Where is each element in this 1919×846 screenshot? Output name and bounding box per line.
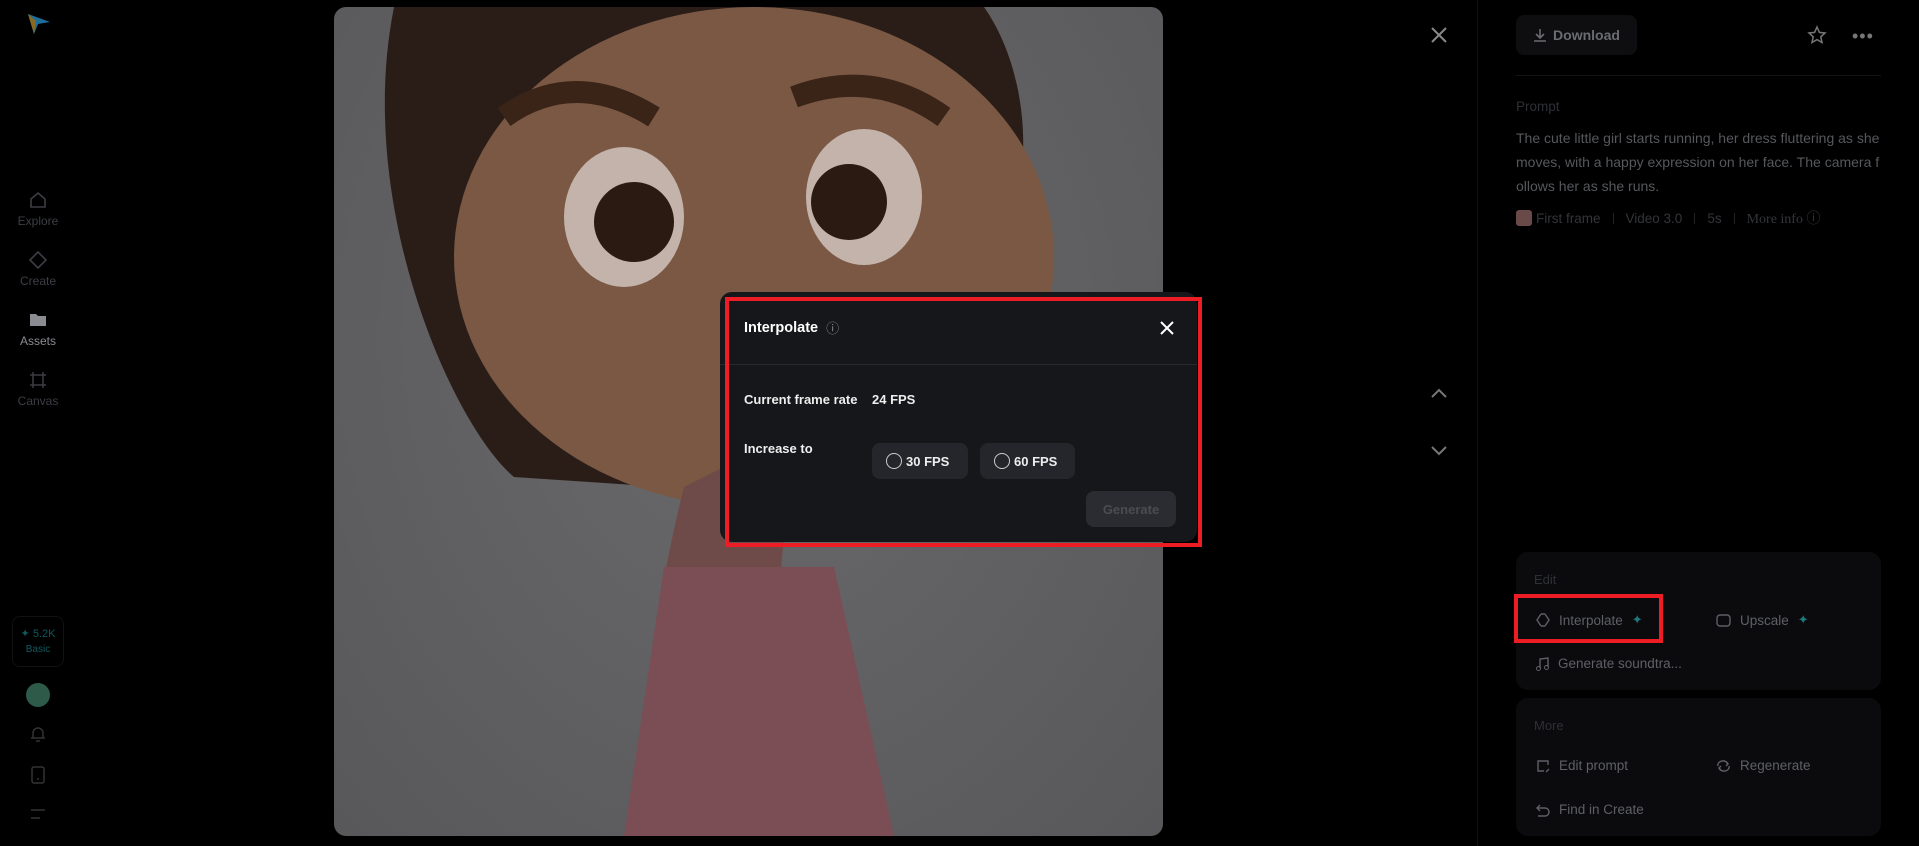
more-card: More Edit prompt Regenerate Find in Crea… (1516, 698, 1881, 836)
logo[interactable] (26, 12, 52, 41)
close-viewer-icon[interactable] (1430, 26, 1448, 49)
star-icon[interactable] (1807, 25, 1827, 50)
download-label: Download (1553, 27, 1620, 43)
avatar[interactable] (26, 683, 50, 707)
sidebar-item-canvas[interactable]: Canvas (0, 370, 76, 408)
music-icon (1536, 656, 1549, 671)
more-options-icon[interactable]: ••• (1852, 26, 1874, 47)
plan-label: Basic (25, 644, 51, 655)
refresh-icon (1717, 759, 1730, 772)
prompt-meta: First frame Video 3.0 5s More info ⓘ (1516, 208, 1820, 228)
sparkle-icon: ✦ (1797, 612, 1809, 627)
mobile-icon[interactable] (30, 766, 46, 789)
prompt-label: Prompt (1516, 99, 1560, 114)
sidebar-item-label: Explore (17, 214, 59, 228)
download-icon (1534, 29, 1547, 42)
regenerate-button[interactable]: Regenerate (1716, 758, 1811, 773)
model-label: Video 3.0 (1625, 210, 1683, 226)
more-label: More (1534, 718, 1564, 733)
download-button[interactable]: Download (1516, 15, 1637, 55)
reference-label: First frame (1536, 210, 1601, 226)
credits-amount: 5.2K (32, 628, 56, 640)
generate-soundtrack-button[interactable]: Generate soundtra... (1536, 656, 1682, 671)
first-frame-thumbnail (1516, 210, 1532, 226)
sidebar-item-assets[interactable]: Assets (0, 310, 76, 348)
crop-icon (30, 372, 46, 388)
sidebar-item-explore[interactable]: Explore (0, 190, 76, 228)
upscale-button[interactable]: Upscale ✦ (1716, 612, 1809, 628)
highlight-box (1514, 594, 1663, 643)
chevron-down-icon[interactable] (1430, 444, 1448, 462)
diamond-icon (28, 250, 48, 270)
panel-divider (1477, 0, 1478, 846)
prompt-text: The cute little girl starts running, her… (1516, 130, 1880, 194)
highlight-box (725, 297, 1202, 547)
info-icon: ⓘ (1806, 212, 1821, 227)
sidebar-item-label: Create (19, 274, 57, 288)
duration-label: 5s (1707, 210, 1722, 226)
undo-icon (1536, 804, 1550, 817)
find-in-create-button[interactable]: Find in Create (1536, 802, 1644, 817)
edit-prompt-button[interactable]: Edit prompt (1536, 758, 1628, 773)
header-divider (1516, 75, 1881, 76)
bell-icon[interactable] (29, 725, 47, 748)
home-icon (30, 191, 46, 208)
sparkle-icon: ✦ (20, 628, 30, 640)
chevron-up-icon[interactable] (1430, 386, 1448, 404)
credits-badge[interactable]: ✦ 5.2K Basic (12, 616, 64, 667)
sidebar-item-label: Assets (19, 334, 56, 348)
more-info-link[interactable]: More info ⓘ (1747, 208, 1821, 228)
sidebar-item-create[interactable]: Create (0, 250, 76, 288)
edit-label: Edit (1534, 572, 1557, 587)
menu-icon[interactable] (30, 807, 46, 826)
hd-icon (1716, 613, 1731, 627)
sidebar-item-label: Canvas (17, 394, 59, 408)
edit-icon (1537, 759, 1550, 772)
folder-icon (30, 314, 46, 326)
